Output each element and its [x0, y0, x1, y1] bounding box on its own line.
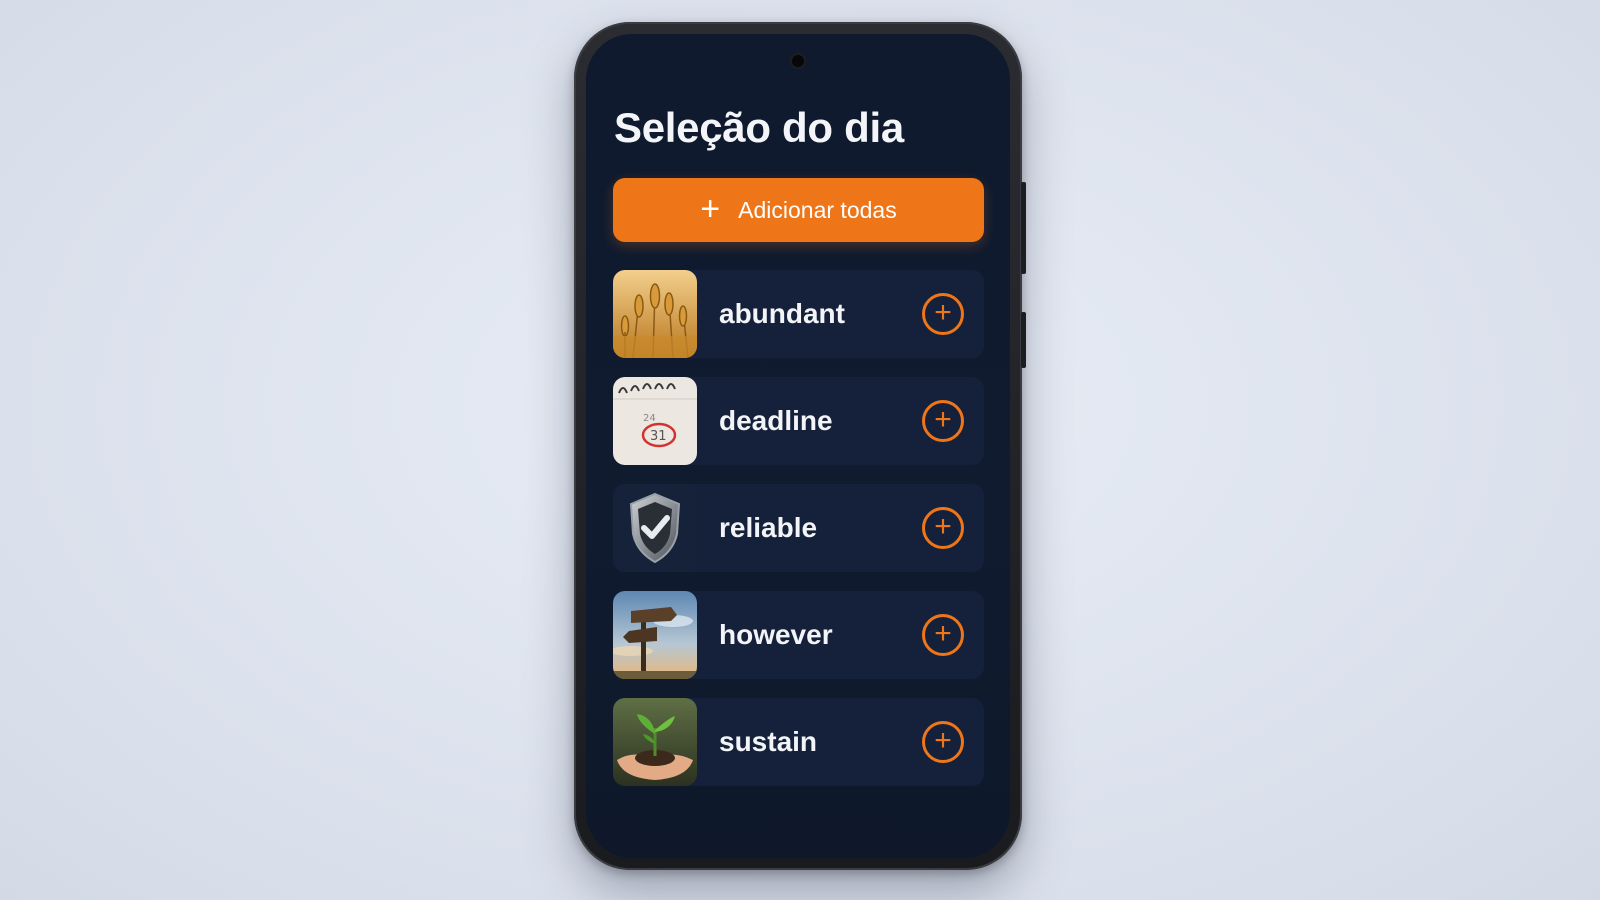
- plus-circle-icon: +: [934, 509, 952, 543]
- word-label: however: [719, 619, 833, 650]
- plus-circle-icon: +: [934, 616, 952, 650]
- shield-check-icon: [613, 484, 697, 572]
- word-list: abundant + 24 31 deadline + reliable + h…: [613, 270, 984, 805]
- add-word-button[interactable]: +: [922, 721, 964, 763]
- list-item: reliable +: [613, 484, 984, 572]
- list-item: 24 31 deadline +: [613, 377, 984, 465]
- plus-icon: +: [700, 189, 721, 228]
- list-item: however +: [613, 591, 984, 679]
- calendar-number: 31: [650, 429, 667, 444]
- plus-circle-icon: +: [934, 295, 952, 329]
- word-label: reliable: [719, 512, 818, 543]
- word-label: sustain: [719, 726, 818, 757]
- add-word-button[interactable]: +: [922, 400, 964, 442]
- phone-screen: Seleção do dia + Adicionar todas abundan…: [586, 34, 1010, 858]
- add-word-button[interactable]: +: [922, 293, 964, 335]
- word-label: abundant: [719, 298, 845, 329]
- add-word-button[interactable]: +: [922, 507, 964, 549]
- add-all-button[interactable]: + Adicionar todas: [613, 178, 984, 242]
- list-item: sustain +: [613, 698, 984, 786]
- phone-frame: Seleção do dia + Adicionar todas abundan…: [574, 22, 1026, 870]
- volume-button: [1021, 182, 1026, 274]
- add-word-button[interactable]: +: [922, 614, 964, 656]
- list-item: abundant +: [613, 270, 984, 358]
- plus-circle-icon: +: [934, 723, 952, 757]
- calendar-icon: 24 31: [613, 377, 697, 465]
- word-label: deadline: [719, 405, 833, 436]
- backdrop: Seleção do dia + Adicionar todas abundan…: [0, 0, 1600, 900]
- sprout-in-hands-icon: [613, 698, 697, 786]
- add-all-label: Adicionar todas: [738, 196, 897, 223]
- power-button: [1021, 312, 1026, 368]
- svg-text:24: 24: [643, 413, 656, 424]
- signpost-icon: [613, 591, 697, 679]
- wheat-icon: [613, 270, 697, 358]
- page-title: Seleção do dia: [614, 104, 904, 151]
- front-camera: [789, 52, 807, 70]
- plus-circle-icon: +: [934, 402, 952, 436]
